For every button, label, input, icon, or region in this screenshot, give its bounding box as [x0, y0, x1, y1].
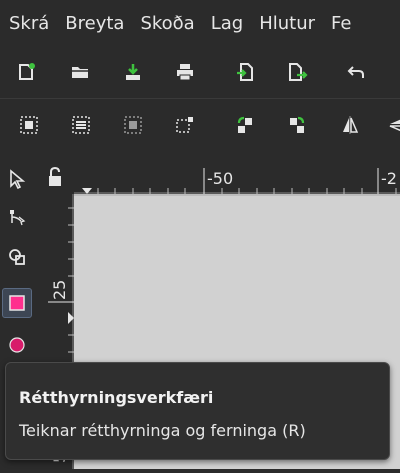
- tweak-icon: [9, 249, 25, 265]
- rotate-ccw-icon: [237, 116, 252, 133]
- menubar: Skrá Breyta Skoða Lag Hlutur Fe: [0, 0, 400, 48]
- rotate-cw-button[interactable]: [285, 113, 309, 137]
- v-ruler-label-25: 25: [50, 279, 69, 300]
- undo-icon: [347, 66, 364, 78]
- h-ruler-label-minus-25: -2: [381, 169, 397, 188]
- tooltip-title: Rétthyrningsverkfæri: [19, 388, 214, 407]
- horizontal-ruler-ticks: [74, 168, 400, 194]
- rectangle-icon: [9, 295, 25, 311]
- save-icon: [126, 64, 140, 80]
- node-editor-icon: [10, 210, 26, 226]
- selector-tool[interactable]: [3, 165, 31, 193]
- tool-tooltip: Rétthyrningsverkfæri Teiknar rétthyrning…: [5, 362, 390, 460]
- rectangle-tool[interactable]: [2, 288, 32, 318]
- ruler-corner: [36, 160, 74, 194]
- tooltip-description: Teiknar rétthyrninga og ferninga (R): [19, 421, 306, 440]
- deselect-button[interactable]: [121, 113, 145, 137]
- flip-horizontal-button[interactable]: [338, 113, 362, 137]
- menu-path[interactable]: Fe: [322, 0, 358, 48]
- rotate-ccw-button[interactable]: [233, 113, 257, 137]
- lock-icon[interactable]: [36, 160, 74, 194]
- flip-horizontal-icon: [343, 116, 359, 134]
- menu-file[interactable]: Skrá: [0, 0, 56, 48]
- page-border: [74, 194, 400, 196]
- select-all-button[interactable]: [17, 113, 41, 137]
- deselect-icon: [124, 116, 142, 134]
- rotate-cw-icon: [290, 116, 305, 133]
- selector-toolbar: [0, 101, 400, 151]
- h-ruler-label-minus-50: -50: [207, 169, 234, 188]
- menu-object[interactable]: Hlutur: [250, 0, 322, 48]
- print-button[interactable]: [173, 60, 197, 84]
- flip-vertical-button[interactable]: [385, 113, 400, 137]
- select-same-icon: [176, 117, 193, 133]
- open-button[interactable]: [68, 60, 92, 84]
- ellipse-tool[interactable]: [3, 331, 31, 359]
- new-document-button[interactable]: [14, 60, 38, 84]
- node-tool[interactable]: [3, 203, 31, 231]
- menu-layer[interactable]: Lag: [202, 0, 250, 48]
- undo-button[interactable]: [345, 60, 369, 84]
- open-folder-icon: [72, 67, 88, 78]
- selector-icon: [10, 169, 26, 189]
- import-button[interactable]: [233, 60, 257, 84]
- menu-view[interactable]: Skoða: [131, 0, 201, 48]
- select-all-layers-icon: [72, 116, 90, 134]
- save-button[interactable]: [121, 60, 145, 84]
- export-button[interactable]: [285, 60, 309, 84]
- flip-vertical-icon: [389, 119, 400, 132]
- commands-toolbar: [0, 48, 400, 98]
- select-all-layers-button[interactable]: [69, 113, 93, 137]
- horizontal-ruler[interactable]: -50 -2: [74, 160, 400, 194]
- new-document-icon: [19, 63, 35, 80]
- import-icon: [237, 63, 253, 81]
- print-icon: [177, 64, 193, 81]
- toolbar-separator: [0, 98, 400, 99]
- select-same-button[interactable]: [173, 113, 197, 137]
- ellipse-icon: [9, 337, 25, 353]
- export-icon: [289, 63, 308, 81]
- select-all-icon: [20, 116, 38, 134]
- menu-edit[interactable]: Breyta: [56, 0, 131, 48]
- tweak-tool[interactable]: [3, 243, 31, 271]
